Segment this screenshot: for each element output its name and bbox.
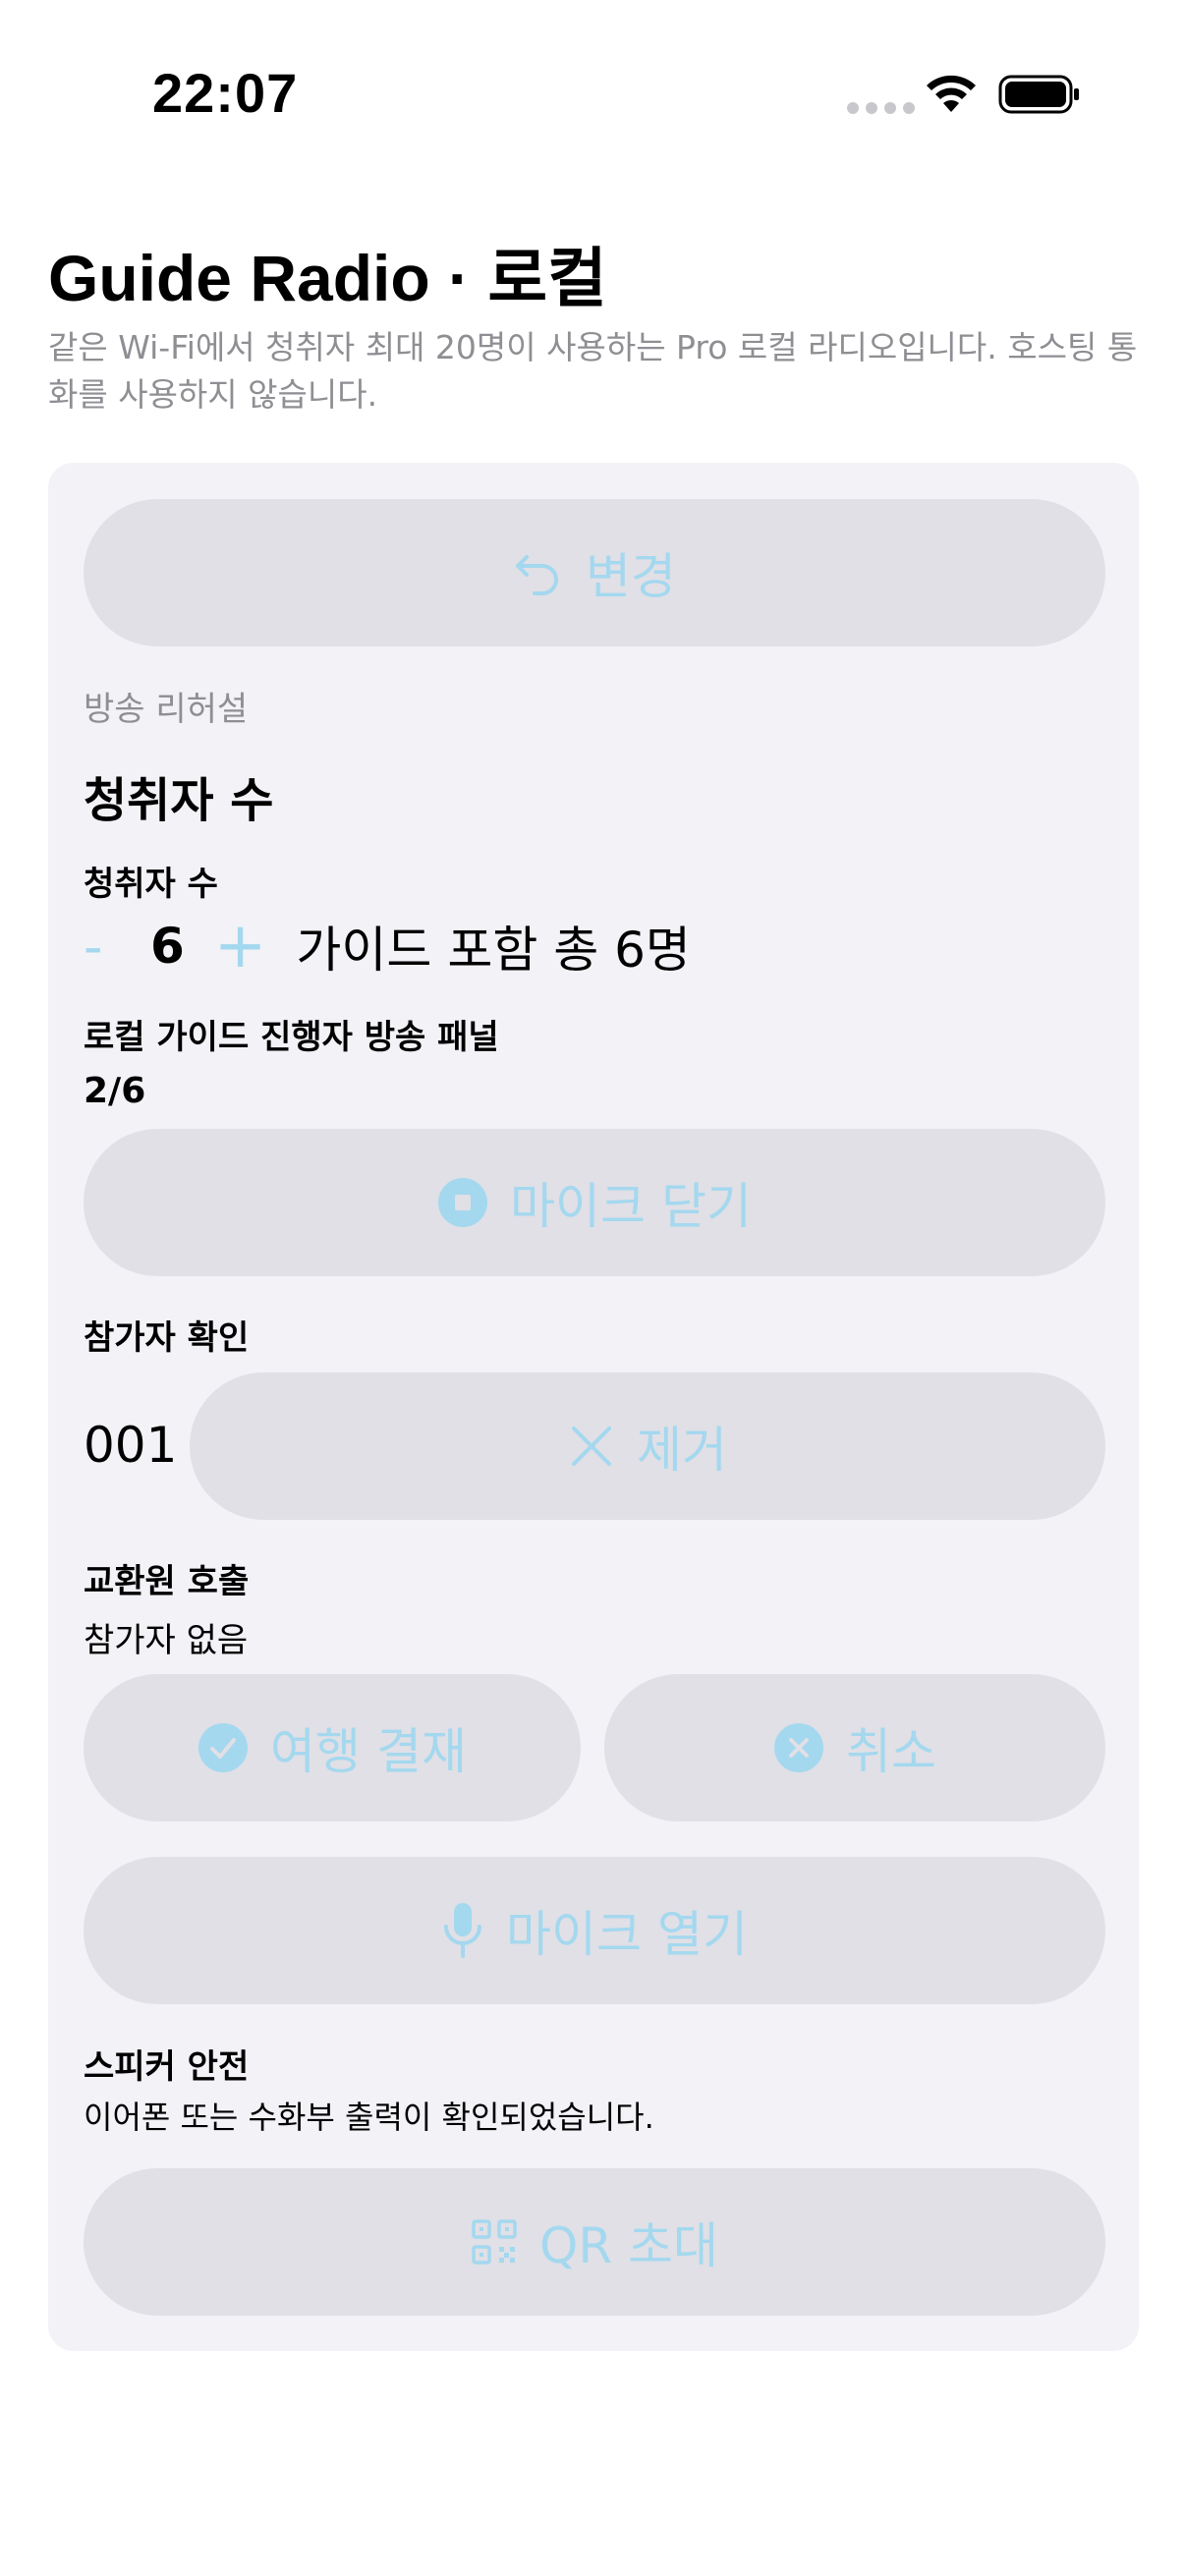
pay-trip-label: 여행 결재 (270, 1723, 467, 1780)
checkmark-circle-icon (198, 1723, 249, 1772)
stop-circle-icon (438, 1178, 488, 1227)
participant-id: 001 (84, 1417, 178, 1474)
decrement-button[interactable]: - (84, 916, 109, 978)
close-icon (572, 1427, 611, 1466)
qr-invite-label: QR 초대 (539, 2217, 718, 2274)
total-participants-text: 가이드 포함 총 6명 (296, 922, 691, 979)
broadcast-panel-label: 로컬 가이드 진행자 방송 패널 (84, 1018, 499, 1057)
section-title: 청취자 수 (84, 773, 274, 828)
open-mic-label: 마이크 열기 (506, 1906, 748, 1963)
x-circle-icon (774, 1723, 823, 1772)
listener-count-value: 6 (150, 918, 185, 975)
speaker-safety-status: 이어폰 또는 수화부 출력이 확인되었습니다. (84, 2099, 654, 2136)
listener-count-stepper: - 6 + 가이드 포함 총 6명 (84, 914, 691, 979)
microphone-icon (444, 1903, 482, 1958)
status-time: 22:07 (152, 62, 299, 124)
listener-count-label: 청취자 수 (84, 865, 218, 904)
page-title: Guide Radio · 로컬 (48, 242, 607, 314)
cancel-label: 취소 (846, 1723, 936, 1780)
cancel-button[interactable]: 취소 (604, 1674, 1105, 1821)
qr-invite-button[interactable]: QR 초대 (84, 2168, 1105, 2316)
qr-code-icon (472, 2219, 517, 2265)
panel-progress: 2/6 (84, 1071, 146, 1111)
remove-button-label: 제거 (637, 1422, 727, 1479)
increment-button[interactable]: + (214, 915, 267, 978)
cellular-signal-icon (847, 102, 915, 114)
undo-icon (516, 555, 558, 595)
close-mic-label: 마이크 닫기 (510, 1178, 752, 1235)
page-subtitle: 같은 Wi-Fi에서 청취자 최대 20명이 사용하는 Pro 로컬 라디오입니… (48, 328, 1138, 414)
pay-trip-button[interactable]: 여행 결재 (84, 1674, 581, 1821)
status-bar: 22:07 (0, 0, 1185, 187)
battery-icon (998, 75, 1079, 114)
participant-check-label: 참가자 확인 (84, 1318, 250, 1358)
open-mic-button[interactable]: 마이크 열기 (84, 1857, 1105, 2004)
close-mic-button[interactable]: 마이크 닫기 (84, 1129, 1105, 1276)
wifi-icon (927, 75, 976, 112)
remove-button[interactable]: 제거 (190, 1372, 1105, 1520)
operator-status: 참가자 없음 (84, 1621, 249, 1660)
speaker-safety-label: 스피커 안전 (84, 2047, 250, 2087)
rehearsal-label: 방송 리허설 (84, 690, 249, 729)
change-button[interactable]: 변경 (84, 499, 1105, 646)
change-button-label: 변경 (586, 548, 676, 605)
operator-call-label: 교환원 호출 (84, 1562, 250, 1601)
